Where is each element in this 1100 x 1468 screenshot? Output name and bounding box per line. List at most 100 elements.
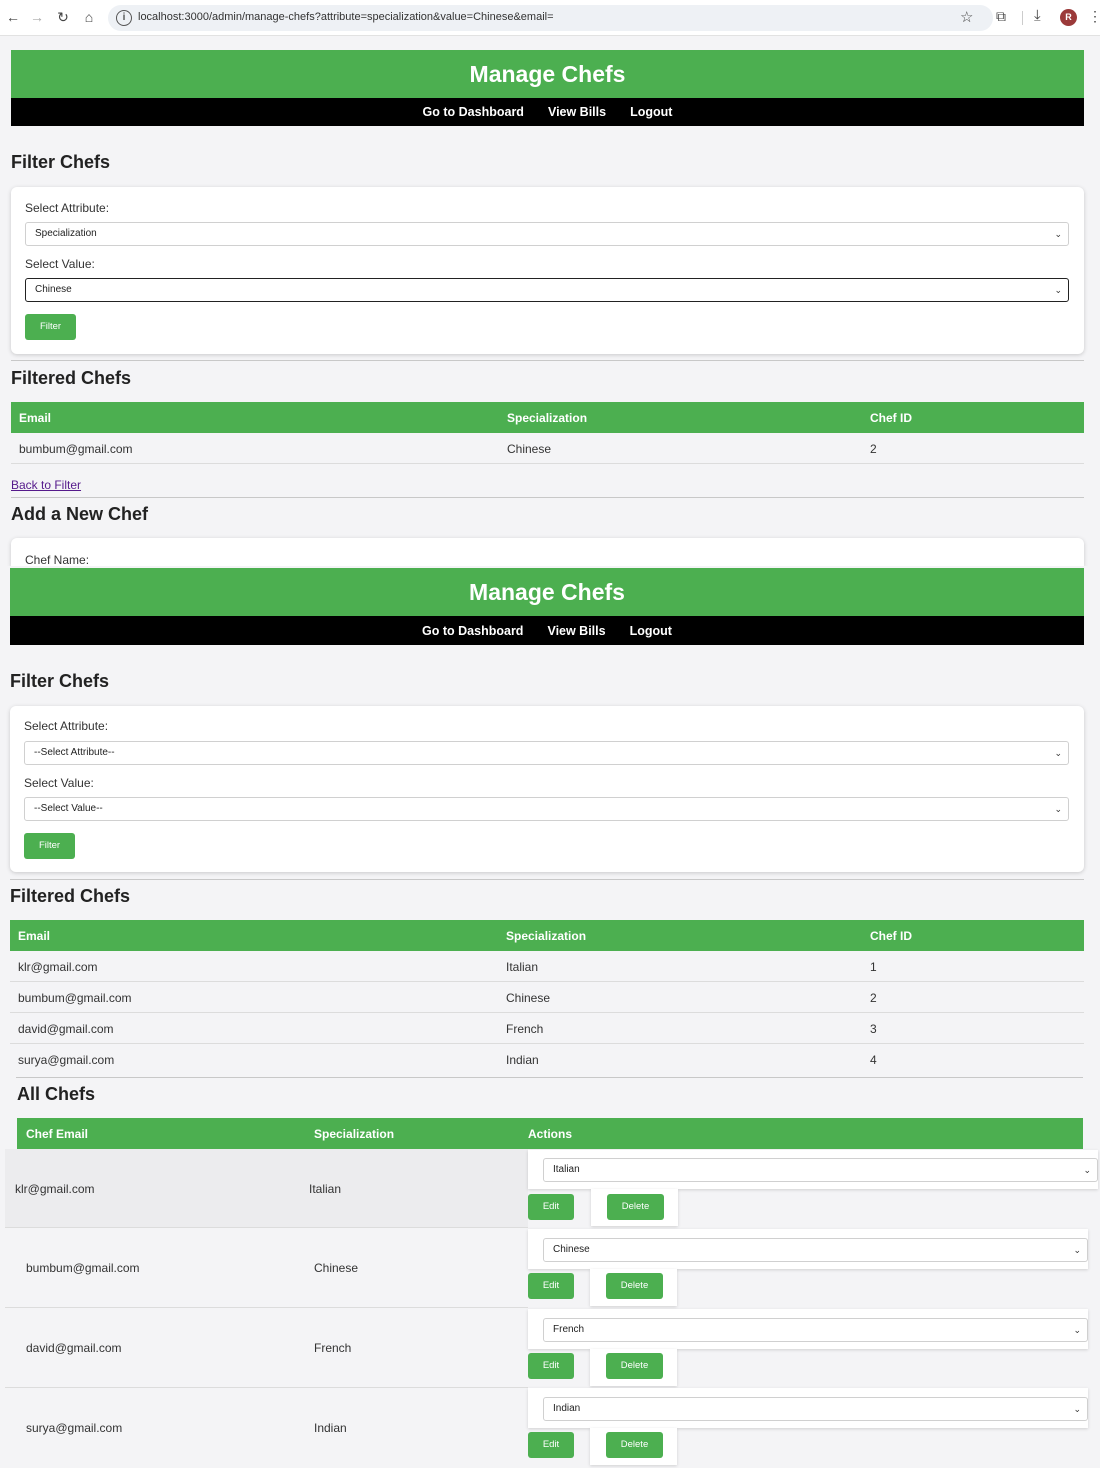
specialization-select-value: Indian bbox=[553, 1403, 581, 1414]
back-to-filter-link[interactable]: Back to Filter bbox=[11, 478, 81, 492]
value-select[interactable]: --Select Value-- ⌄ bbox=[24, 797, 1069, 821]
attribute-label: Select Attribute: bbox=[24, 719, 109, 733]
chevron-down-icon: ⌄ bbox=[1073, 1325, 1081, 1335]
top-nav: Go to Dashboard View Bills Logout bbox=[11, 98, 1084, 126]
download-icon[interactable]: ⤓ bbox=[1034, 7, 1041, 24]
cell-chef-id: 3 bbox=[870, 1022, 877, 1036]
bookmark-star-icon[interactable]: ☆ bbox=[960, 8, 973, 26]
filtered-table-header: Email Specialization Chef ID bbox=[10, 920, 1084, 951]
profile-avatar[interactable]: R bbox=[1060, 9, 1077, 26]
table-row: surya@gmail.com Indian bbox=[5, 1388, 528, 1468]
delete-button[interactable]: Delete bbox=[607, 1194, 664, 1220]
attribute-select[interactable]: Specialization ⌄ bbox=[25, 222, 1069, 246]
cell-specialization: Indian bbox=[506, 1053, 539, 1067]
nav-logout-link[interactable]: Logout bbox=[630, 624, 672, 638]
section-divider bbox=[10, 879, 1084, 880]
edit-button[interactable]: Edit bbox=[528, 1273, 574, 1299]
cell-specialization: Italian bbox=[309, 1182, 342, 1196]
filter-card bbox=[10, 706, 1084, 872]
chevron-down-icon: ⌄ bbox=[1054, 804, 1062, 814]
page-title: Manage Chefs bbox=[469, 579, 625, 605]
table-row: surya@gmail.com Indian 4 bbox=[10, 1044, 1084, 1070]
forward-arrow-icon[interactable]: → bbox=[28, 8, 46, 26]
delete-button[interactable]: Delete bbox=[606, 1273, 663, 1299]
attribute-select-value: --Select Attribute-- bbox=[34, 747, 115, 758]
attribute-label: Select Attribute: bbox=[25, 201, 110, 215]
edit-button[interactable]: Edit bbox=[528, 1194, 574, 1220]
home-icon[interactable]: ⌂ bbox=[80, 8, 98, 26]
cell-chef-email: david@gmail.com bbox=[26, 1341, 122, 1355]
nav-view-bills-link[interactable]: View Bills bbox=[548, 105, 606, 119]
edit-button[interactable]: Edit bbox=[528, 1353, 574, 1379]
page-header: Manage Chefs bbox=[11, 50, 1084, 98]
chevron-down-icon: ⌄ bbox=[1054, 748, 1062, 758]
col-email: Email bbox=[18, 929, 51, 943]
page-header: Manage Chefs bbox=[10, 568, 1084, 616]
nav-view-bills-link[interactable]: View Bills bbox=[547, 624, 605, 638]
cell-chef-id: 2 bbox=[870, 442, 877, 456]
table-row: bumbum@gmail.com Chinese 2 bbox=[11, 433, 1084, 464]
col-specialization: Specialization bbox=[314, 1127, 395, 1141]
table-row: david@gmail.com French bbox=[5, 1308, 528, 1388]
col-chef-id: Chef ID bbox=[870, 411, 912, 425]
attribute-select-value: Specialization bbox=[35, 228, 97, 239]
section-divider bbox=[11, 497, 1084, 498]
filter-button[interactable]: Filter bbox=[24, 833, 75, 859]
browser-toolbar: ← → ↻ ⌂ i localhost:3000/admin/manage-ch… bbox=[0, 0, 1100, 36]
specialization-select[interactable]: Italian ⌄ bbox=[543, 1158, 1098, 1182]
top-nav: Go to Dashboard View Bills Logout bbox=[10, 616, 1084, 645]
url-text: localhost:3000/admin/manage-chefs?attrib… bbox=[138, 11, 554, 23]
col-actions: Actions bbox=[528, 1127, 573, 1141]
nav-dashboard-link[interactable]: Go to Dashboard bbox=[422, 624, 523, 638]
browser-menu-icon[interactable]: ⋮ bbox=[1088, 8, 1100, 25]
filtered-table-header: Email Specialization Chef ID bbox=[11, 402, 1084, 433]
cell-email: david@gmail.com bbox=[18, 1022, 114, 1036]
specialization-select-value: French bbox=[553, 1324, 585, 1335]
specialization-select[interactable]: Chinese ⌄ bbox=[543, 1238, 1088, 1262]
extensions-icon[interactable]: ⧉ bbox=[996, 8, 1006, 25]
cell-chef-email: bumbum@gmail.com bbox=[26, 1261, 140, 1275]
delete-button[interactable]: Delete bbox=[606, 1432, 663, 1458]
cell-specialization: Chinese bbox=[507, 442, 552, 456]
chevron-down-icon: ⌄ bbox=[1073, 1404, 1081, 1414]
section-divider bbox=[11, 360, 1084, 361]
col-specialization: Specialization bbox=[506, 929, 587, 943]
site-info-icon[interactable]: i bbox=[116, 10, 132, 26]
all-chefs-heading: All Chefs bbox=[17, 1084, 96, 1104]
address-bar[interactable]: i localhost:3000/admin/manage-chefs?attr… bbox=[108, 5, 993, 31]
reload-icon[interactable]: ↻ bbox=[54, 8, 72, 26]
filter-heading: Filter Chefs bbox=[10, 671, 110, 691]
specialization-select[interactable]: Indian ⌄ bbox=[543, 1397, 1088, 1421]
cell-chef-email: klr@gmail.com bbox=[15, 1182, 95, 1196]
chevron-down-icon: ⌄ bbox=[1054, 285, 1062, 295]
value-select-value: --Select Value-- bbox=[34, 803, 103, 814]
value-select[interactable]: Chinese ⌄ bbox=[25, 278, 1069, 302]
table-row: bumbum@gmail.com Chinese bbox=[5, 1228, 528, 1308]
cell-chef-id: 2 bbox=[870, 991, 877, 1005]
table-row: klr@gmail.com Italian 1 bbox=[10, 951, 1084, 982]
table-row: klr@gmail.com Italian bbox=[5, 1149, 528, 1228]
back-arrow-icon[interactable]: ← bbox=[4, 8, 22, 26]
value-label: Select Value: bbox=[25, 257, 95, 271]
cell-specialization: Chinese bbox=[314, 1261, 359, 1275]
value-label: Select Value: bbox=[24, 776, 94, 790]
page-title: Manage Chefs bbox=[469, 61, 626, 87]
table-row: david@gmail.com French 3 bbox=[10, 1013, 1084, 1044]
col-chef-email: Chef Email bbox=[26, 1127, 89, 1141]
col-specialization: Specialization bbox=[507, 411, 588, 425]
filter-button[interactable]: Filter bbox=[25, 314, 76, 340]
filtered-heading: Filtered Chefs bbox=[10, 886, 131, 906]
nav-logout-link[interactable]: Logout bbox=[630, 105, 672, 119]
specialization-select[interactable]: French ⌄ bbox=[543, 1318, 1088, 1342]
col-chef-id: Chef ID bbox=[870, 929, 912, 943]
chef-name-label: Chef Name: bbox=[25, 553, 90, 567]
attribute-select[interactable]: --Select Attribute-- ⌄ bbox=[24, 741, 1069, 765]
cell-email: surya@gmail.com bbox=[18, 1053, 115, 1067]
cell-specialization: French bbox=[506, 1022, 544, 1036]
cell-email: bumbum@gmail.com bbox=[18, 991, 132, 1005]
nav-dashboard-link[interactable]: Go to Dashboard bbox=[423, 105, 524, 119]
all-chefs-table-header: Chef Email Specialization Actions bbox=[17, 1118, 1083, 1149]
specialization-select-value: Chinese bbox=[553, 1244, 590, 1255]
edit-button[interactable]: Edit bbox=[528, 1432, 574, 1458]
delete-button[interactable]: Delete bbox=[606, 1353, 663, 1379]
